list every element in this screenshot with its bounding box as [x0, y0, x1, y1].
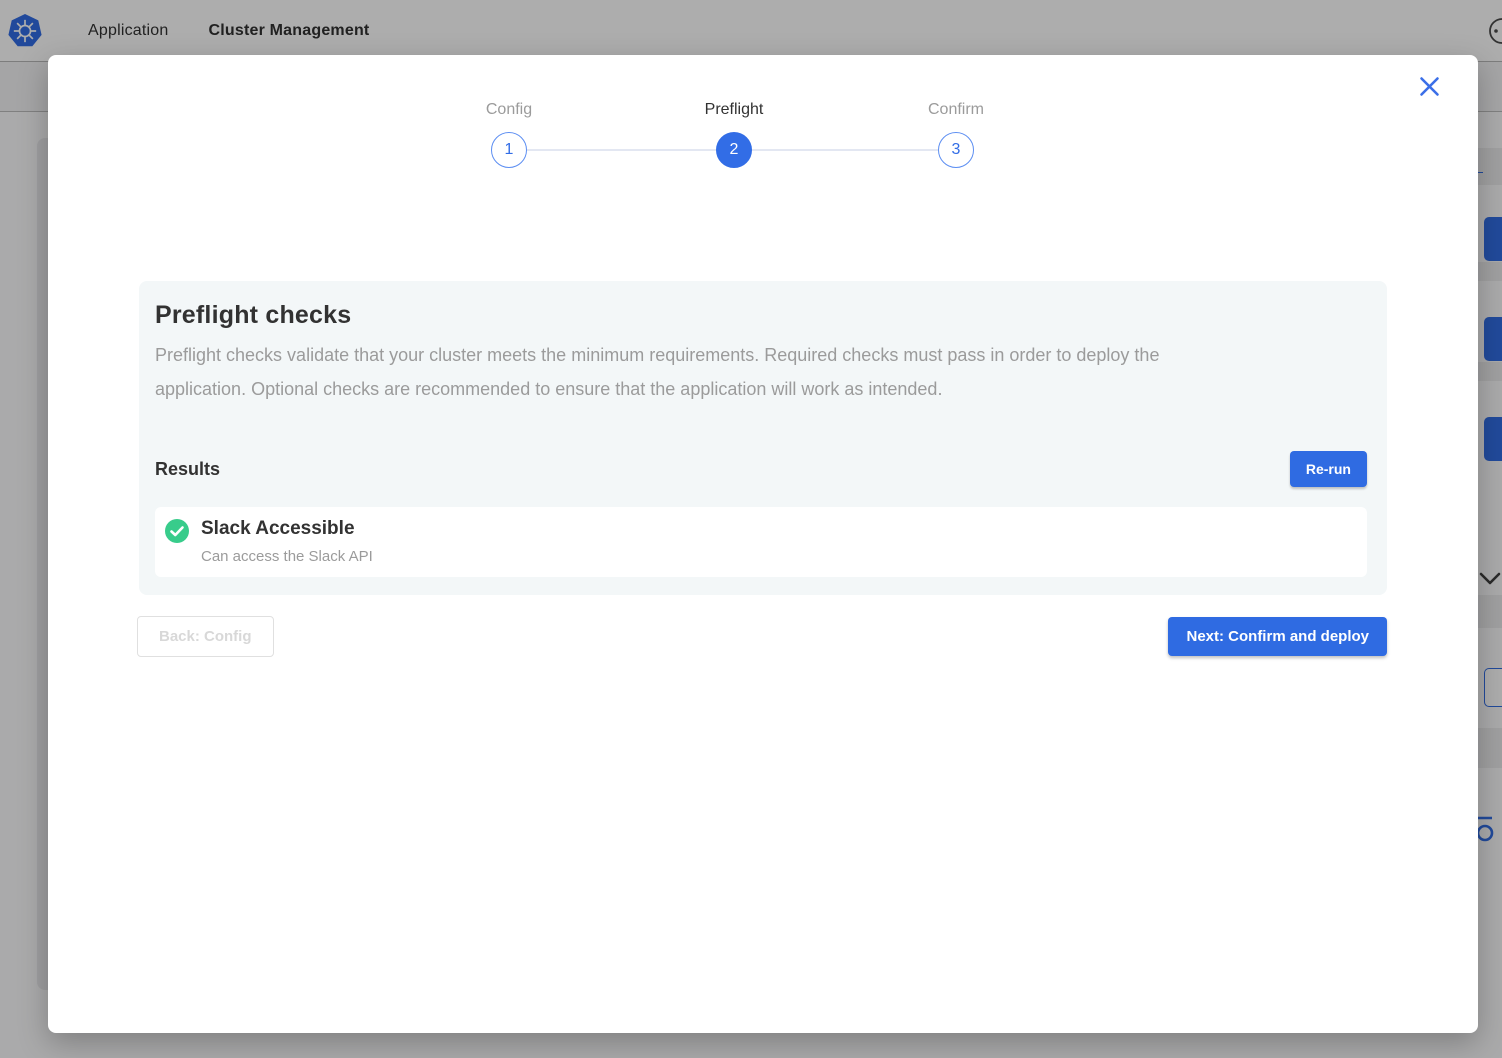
check-circle-icon [165, 519, 189, 543]
preflight-result-row: Slack Accessible Can access the Slack AP… [155, 507, 1367, 577]
step-label-config: Config [429, 101, 589, 119]
close-icon [1419, 76, 1440, 97]
close-button[interactable] [1414, 71, 1444, 101]
description-line: Preflight checks validate that your clus… [155, 338, 1367, 372]
results-label: Results [155, 459, 220, 480]
result-text: Slack Accessible Can access the Slack AP… [201, 518, 373, 565]
description-line: application. Optional checks are recomme… [155, 372, 1367, 406]
rerun-button[interactable]: Re-run [1290, 451, 1367, 487]
step-label-preflight: Preflight [654, 101, 814, 119]
step-connector [752, 149, 938, 151]
result-title: Slack Accessible [201, 518, 373, 540]
step-circle-preflight: 2 [716, 132, 752, 168]
next-confirm-deploy-button[interactable]: Next: Confirm and deploy [1168, 617, 1387, 656]
step-circle-confirm: 3 [938, 132, 974, 168]
preflight-modal: Config Preflight Confirm 1 2 3 Preflight… [48, 55, 1478, 1033]
modal-footer: Back: Config Next: Confirm and deploy [137, 616, 1387, 657]
preflight-card-title: Preflight checks [155, 300, 1367, 330]
step-label-confirm: Confirm [876, 101, 1036, 119]
back-config-button[interactable]: Back: Config [137, 616, 274, 657]
result-detail: Can access the Slack API [201, 548, 373, 565]
step-connector [527, 149, 716, 151]
results-header: Results Re-run [155, 451, 1367, 487]
step-circle-config: 1 [491, 132, 527, 168]
preflight-card-description: Preflight checks validate that your clus… [155, 338, 1367, 406]
preflight-checks-card: Preflight checks Preflight checks valida… [139, 281, 1387, 595]
